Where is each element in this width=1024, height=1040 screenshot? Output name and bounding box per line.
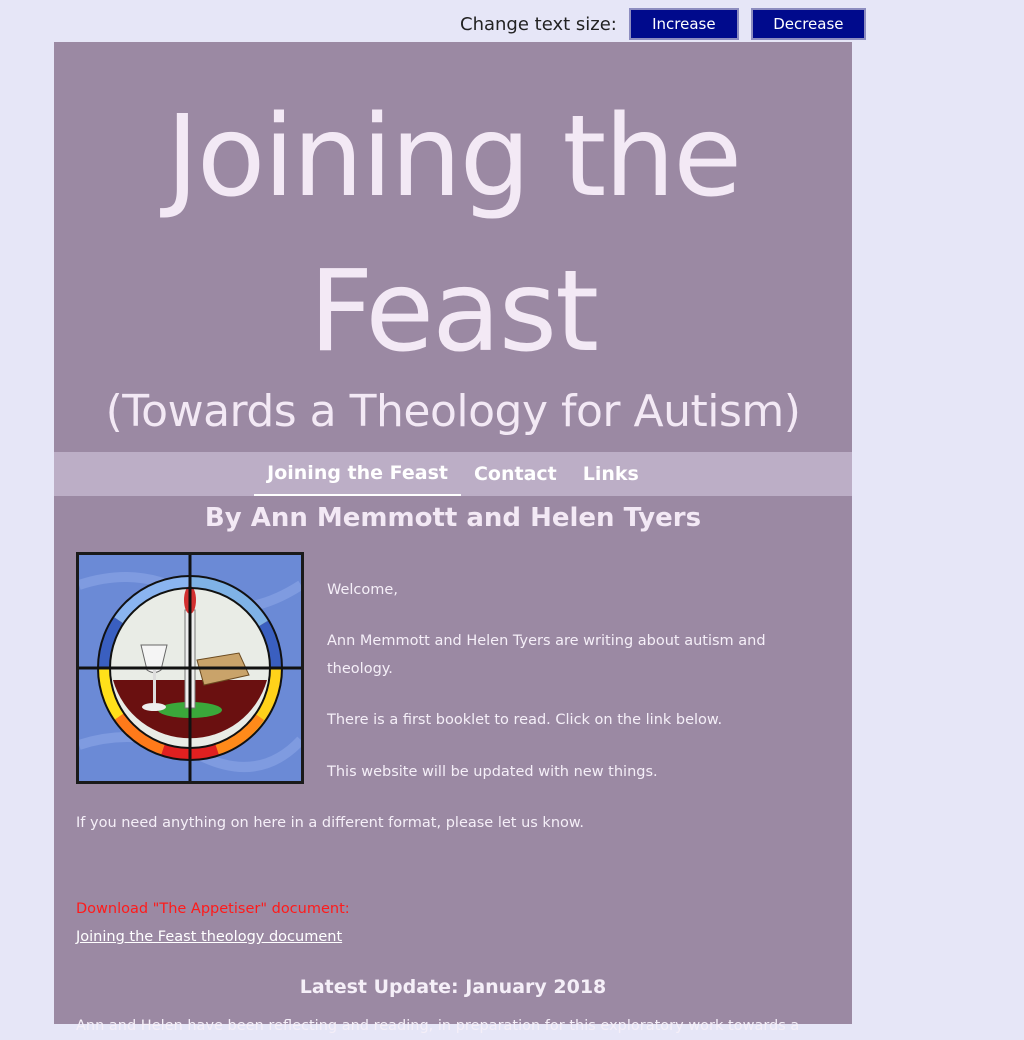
format-paragraph: If you need anything on here in a differ… — [76, 815, 585, 831]
update-paragraph: Ann and Helen have been reflecting and r… — [76, 1018, 800, 1034]
nav-item-contact[interactable]: Contact — [461, 452, 570, 496]
increase-text-button[interactable]: Increase — [628, 8, 739, 40]
text-size-label: Change text size: — [460, 13, 617, 35]
theology-document-link[interactable]: Joining the Feast theology document — [76, 929, 342, 945]
main-navbar: Joining the Feast Contact Links — [54, 452, 852, 496]
main-content: Joining the Feast (Towards a Theology fo… — [54, 42, 852, 1034]
booklet-paragraph: There is a first booklet to read. Click … — [327, 712, 723, 728]
latest-update-heading: Latest Update: January 2018 — [299, 976, 607, 998]
page-subtitle: (Towards a Theology for Autism) — [105, 386, 801, 437]
nav-item-links[interactable]: Links — [570, 452, 652, 496]
decrease-text-button[interactable]: Decrease — [750, 8, 866, 40]
authors-heading: By Ann Memmott and Helen Tyers — [204, 503, 702, 533]
nav-item-joining-the-feast[interactable]: Joining the Feast — [254, 452, 461, 496]
download-label: Download "The Appetiser" document: — [76, 901, 350, 917]
page-title-line-1: Joining the — [165, 92, 742, 222]
intro-paragraph: Ann Memmott and Helen Tyers are writing … — [327, 633, 766, 677]
welcome-text: Welcome, — [327, 582, 398, 598]
stained-glass-window-icon — [76, 552, 305, 784]
updates-paragraph: This website will be updated with new th… — [327, 764, 658, 780]
text-size-controls: Change text size: Increase Decrease — [460, 8, 866, 40]
page-title-line-2: Feast — [308, 247, 599, 377]
